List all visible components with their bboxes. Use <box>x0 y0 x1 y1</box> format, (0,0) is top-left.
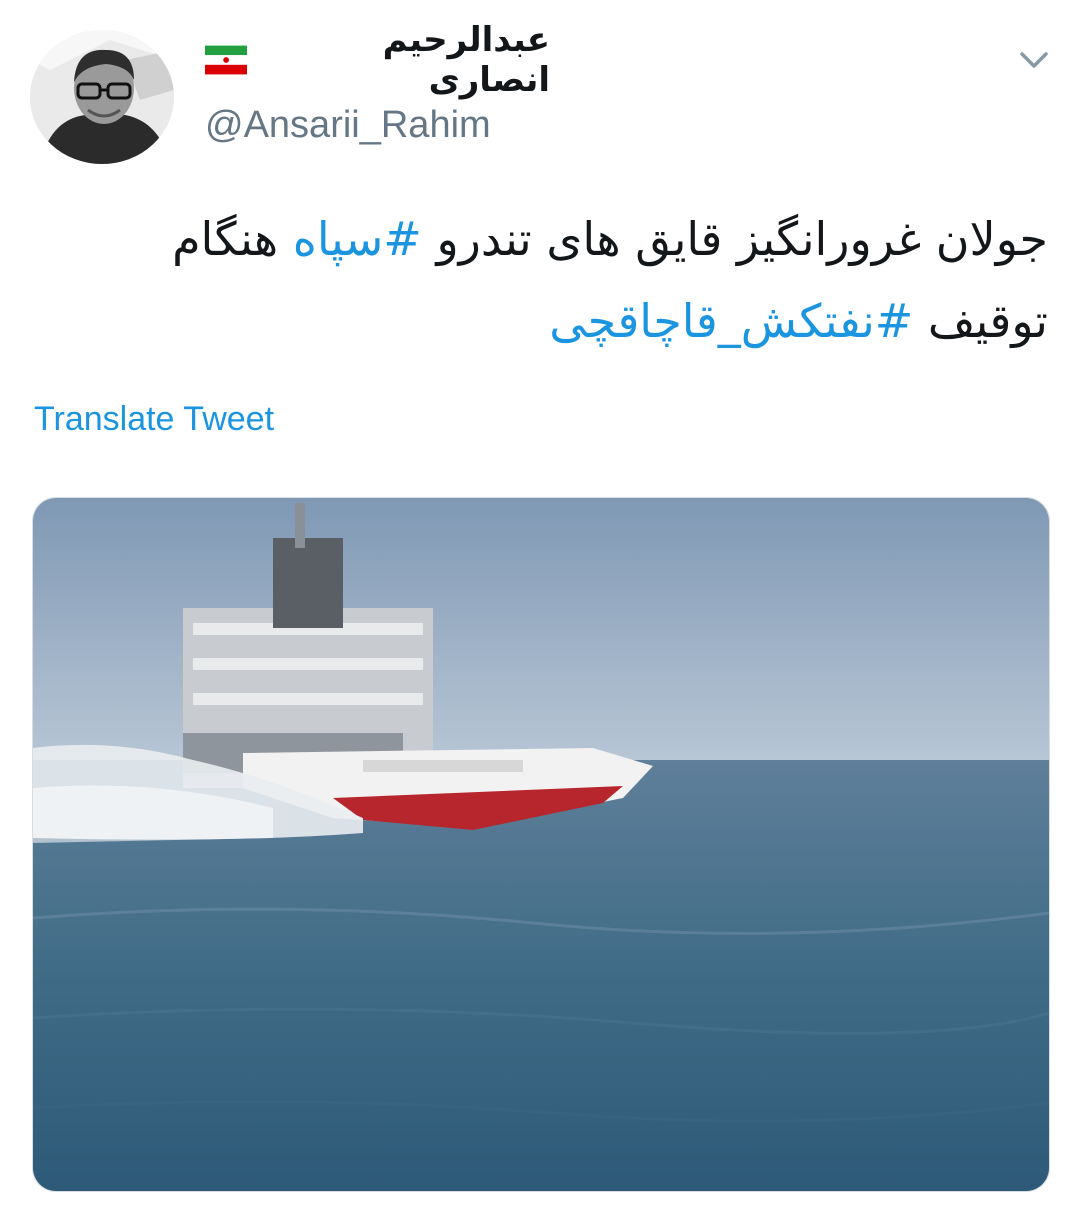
profile-photo <box>30 30 174 164</box>
tweet-media[interactable] <box>32 497 1050 1192</box>
tweet-text-segment: توقیف <box>913 294 1048 348</box>
iran-flag-icon <box>205 45 248 75</box>
chevron-down-icon[interactable] <box>1016 46 1052 74</box>
display-name: عبدالرحیم انصاری <box>382 20 550 100</box>
boat-photo <box>33 498 1049 1191</box>
tweet-line-2: توقیف #نفتکش_قاچاقچی <box>30 280 1048 362</box>
tweet-text: جولان غرورانگیز قایق های تندرو #سپاه هنگ… <box>30 198 1048 362</box>
author-name-row[interactable]: عبدالرحیم انصاری <box>205 20 550 100</box>
tweet-text-segment: جولان غرورانگیز قایق های تندرو <box>421 212 1048 266</box>
hashtag-link[interactable]: #نفتکش_قاچاقچی <box>549 294 913 348</box>
translate-tweet-link[interactable]: Translate Tweet <box>34 400 274 439</box>
avatar[interactable] <box>30 30 174 164</box>
tweet-text-segment: هنگام <box>172 212 293 266</box>
user-handle[interactable]: @Ansarii_Rahim <box>205 104 491 147</box>
tweet-line-1: جولان غرورانگیز قایق های تندرو #سپاه هنگ… <box>30 198 1048 280</box>
hashtag-link[interactable]: #سپاه <box>293 212 422 266</box>
